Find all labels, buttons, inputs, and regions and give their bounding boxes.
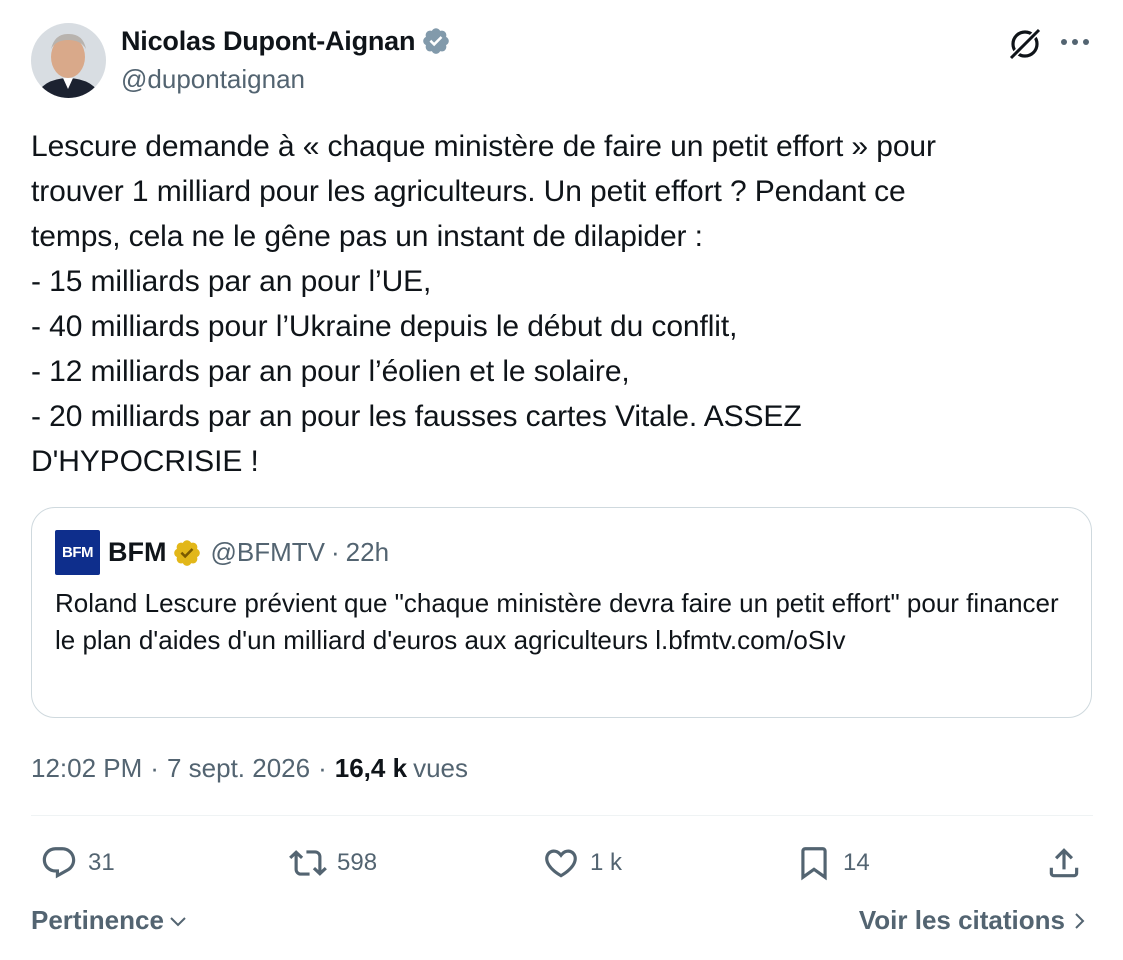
separator-dot: · xyxy=(330,537,340,567)
action-bar: 31 598 1 k 14 xyxy=(0,838,1123,888)
quote-timestamp: 22h xyxy=(345,537,390,567)
grok-icon[interactable] xyxy=(1005,24,1045,64)
avatar[interactable] xyxy=(31,23,106,98)
bookmark-button[interactable]: 14 xyxy=(795,844,870,882)
separator-dot: · xyxy=(318,752,327,783)
heart-icon xyxy=(545,849,577,878)
quote-text: Roland Lescure prévient que "chaque mini… xyxy=(55,588,1059,655)
more-options-icon[interactable] xyxy=(1058,30,1092,54)
like-button[interactable]: 1 k xyxy=(542,844,622,882)
separator-dot: · xyxy=(150,752,159,783)
view-quotes-label: Voir les citations xyxy=(858,905,1065,935)
share-icon xyxy=(1049,848,1079,878)
author-name[interactable]: Nicolas Dupont-Aignan xyxy=(121,26,415,57)
repost-icon xyxy=(289,850,327,876)
divider xyxy=(31,815,1093,816)
share-button[interactable] xyxy=(1045,844,1083,882)
chevron-down-icon xyxy=(170,916,186,926)
verified-org-badge-icon xyxy=(174,539,201,566)
reply-button[interactable]: 31 xyxy=(40,844,115,882)
quote-author-handle: @BFMTV xyxy=(210,537,325,567)
tweet-time[interactable]: 12:02 PM xyxy=(31,753,142,784)
tweet-date[interactable]: 7 sept. 2026 xyxy=(167,753,310,784)
views-label: vues xyxy=(413,752,468,783)
view-quotes-link[interactable]: Voir les citations xyxy=(859,905,1089,936)
tweet-text: Lescure demande à « chaque ministère de … xyxy=(31,130,936,478)
bookmark-icon xyxy=(801,847,827,881)
quoted-tweet[interactable]: BFM BFM @BFMTV · 22h Roland Lescure prév… xyxy=(31,507,1092,718)
sort-label: Pertinence xyxy=(31,905,164,935)
reply-count: 31 xyxy=(88,849,115,876)
verified-badge-icon xyxy=(423,28,450,54)
tweet-meta: 12:02 PM · 7 sept. 2026 · 16,4 k vues xyxy=(31,750,468,786)
repost-button[interactable]: 598 xyxy=(289,844,377,882)
chevron-right-icon xyxy=(1075,912,1085,929)
author-handle[interactable]: @dupontaignan xyxy=(121,64,451,95)
sort-replies-dropdown[interactable]: Pertinence xyxy=(31,905,188,936)
like-count: 1 k xyxy=(590,849,623,876)
views-count: 16,4 k xyxy=(334,752,408,783)
quote-author-name: BFM xyxy=(108,537,167,567)
bfm-logo: BFM xyxy=(55,530,100,575)
reply-icon xyxy=(42,847,76,879)
repost-count: 598 xyxy=(337,849,378,876)
bookmark-count: 14 xyxy=(843,849,870,876)
